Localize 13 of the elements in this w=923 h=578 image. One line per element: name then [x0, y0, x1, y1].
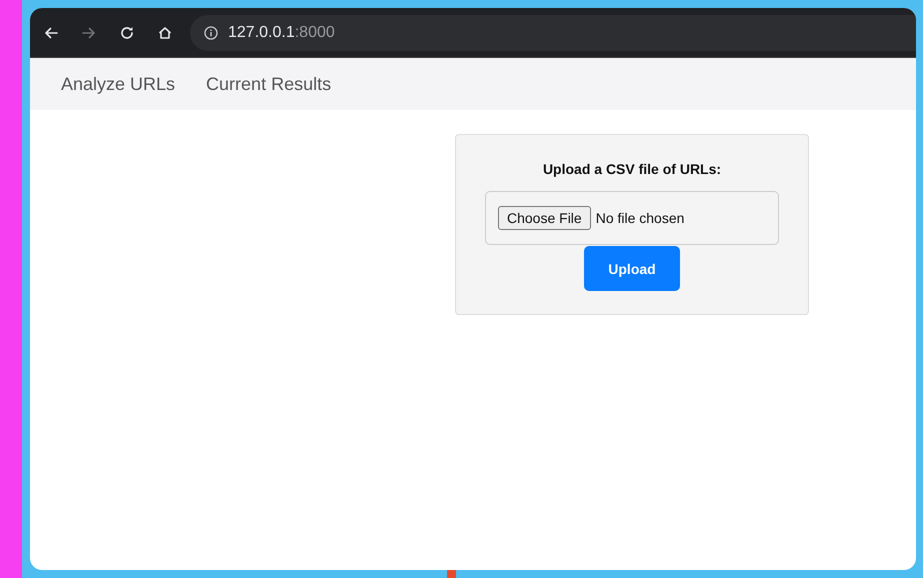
info-icon [204, 26, 218, 40]
nav-link[interactable]: Current Results [206, 74, 332, 94]
url-text: 127.0.0.1:8000 [228, 24, 335, 42]
upload-title: Upload a CSV file of URLs: [542, 161, 722, 177]
file-input[interactable]: Choose File No file chosen [485, 191, 779, 245]
address-bar[interactable]: 127.0.0.1:8000 [190, 14, 916, 50]
reload-icon[interactable] [118, 24, 136, 40]
file-status: No file chosen [596, 210, 684, 226]
choose-file-button[interactable]: Choose File [498, 206, 591, 230]
marker-block [447, 570, 456, 578]
nav-link[interactable]: Analyze URLs [61, 74, 176, 94]
upload-button[interactable]: Upload [584, 246, 680, 291]
home-icon[interactable] [156, 24, 174, 40]
